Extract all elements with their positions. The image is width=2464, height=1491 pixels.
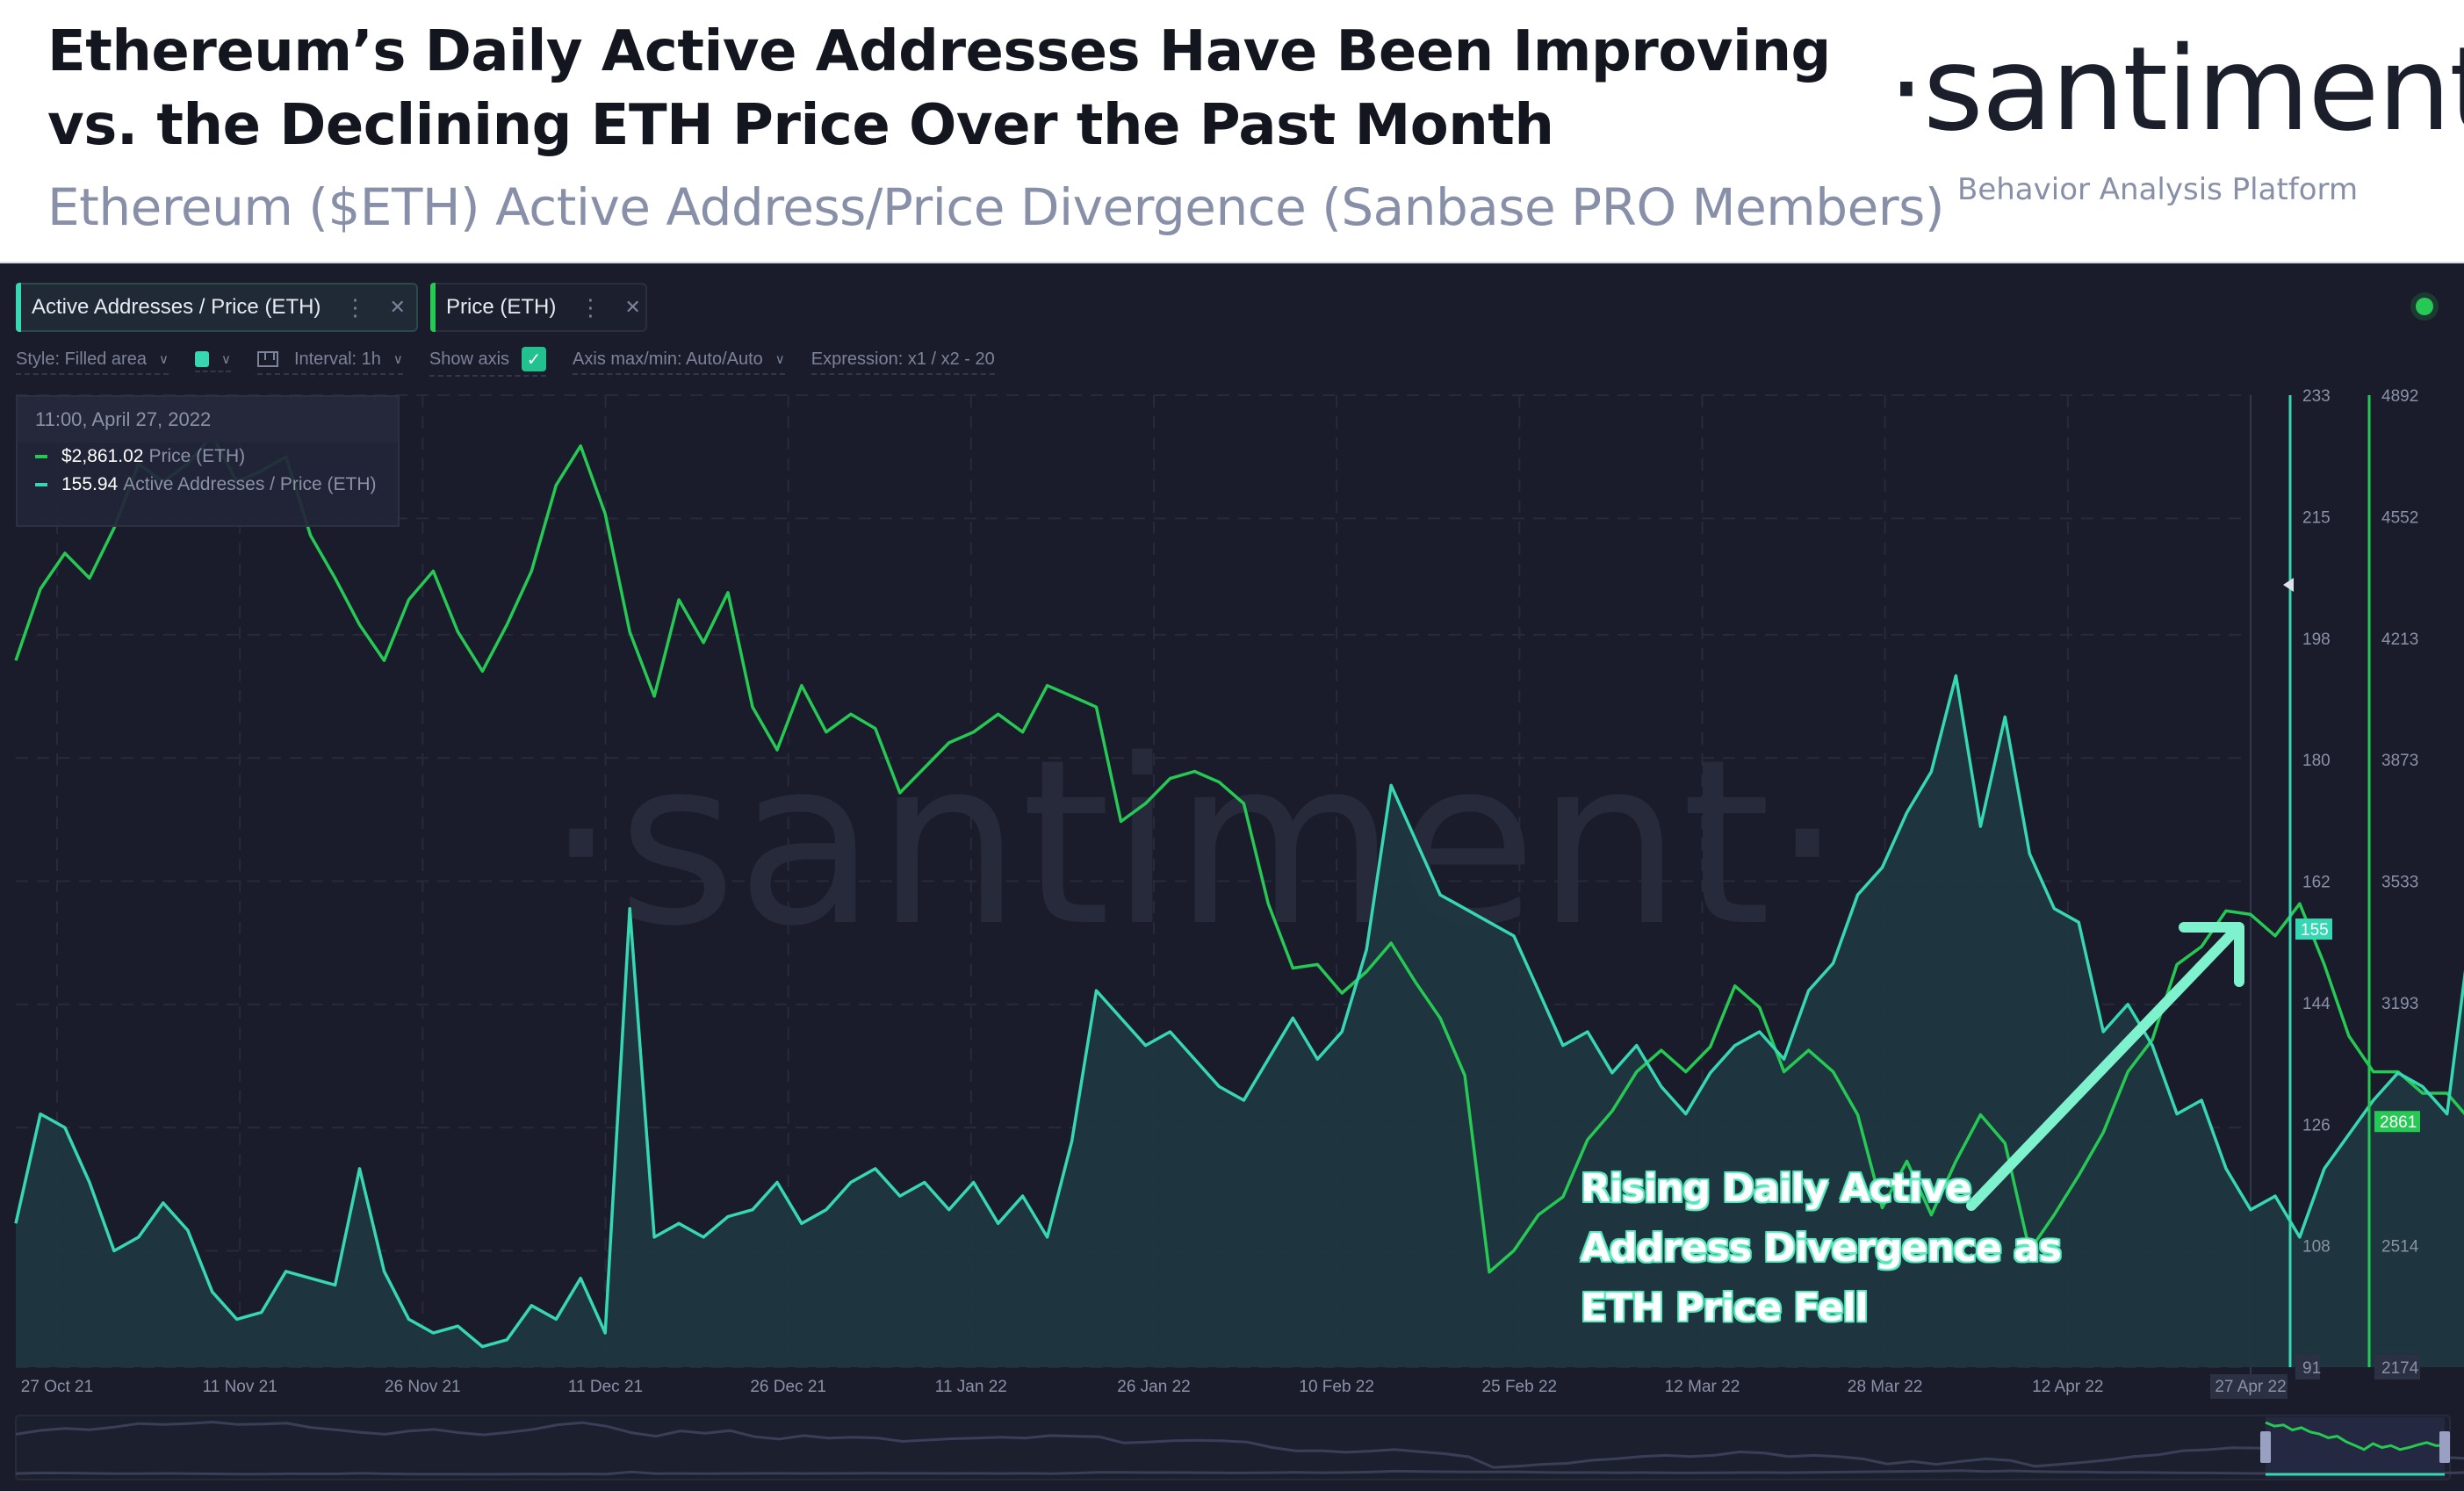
x-axis-tick: 26 Dec 21 xyxy=(750,1378,826,1396)
active-addresses-axis-tick: 180 xyxy=(2302,752,2331,770)
navigator-selection[interactable] xyxy=(2266,1417,2445,1478)
price-axis-tick: 4892 xyxy=(2381,387,2418,406)
annotation-line: Rising Daily Active xyxy=(1581,1166,1972,1211)
annotation-line: ETH Price Fell xyxy=(1581,1286,1869,1330)
santiment-logo: ·santiment· xyxy=(1888,22,2464,157)
active-addresses-axis-tick: 144 xyxy=(2302,995,2331,1013)
active-addresses-axis-tick: 91 xyxy=(2302,1359,2321,1378)
price-current-value: 2861 xyxy=(2380,1113,2417,1132)
watermark: ·santiment· xyxy=(544,711,1843,976)
chart-header: Ethereum’s Daily Active Addresses Have B… xyxy=(0,0,2464,263)
price-axis-tick: 3873 xyxy=(2381,752,2418,770)
price-axis-tick: 3533 xyxy=(2381,874,2418,892)
navigator-track[interactable] xyxy=(15,1415,2451,1480)
price-axis-tick: 3193 xyxy=(2381,995,2418,1013)
navigator xyxy=(15,1415,2464,1480)
legend-swatch-active-addresses xyxy=(35,483,47,486)
price-axis-tick: 2514 xyxy=(2381,1238,2419,1257)
x-axis-tick: 27 Oct 21 xyxy=(21,1378,93,1396)
x-axis: 27 Oct 21 11 Nov 21 26 Nov 21 11 Dec 21 26 D… xyxy=(21,1374,2287,1399)
x-axis-tick: 26 Nov 21 xyxy=(385,1378,461,1396)
chart-title-line-1: Ethereum’s Daily Active Addresses Have B… xyxy=(47,19,1831,84)
tooltip-value: 155.94 xyxy=(61,474,119,494)
active-addresses-axis-tick: 108 xyxy=(2302,1238,2331,1257)
active-addresses-current-value: 155 xyxy=(2301,921,2329,940)
active-addresses-axis-tick: 198 xyxy=(2302,630,2331,649)
x-axis-tick: 27 Apr 22 xyxy=(2215,1378,2286,1396)
x-axis-tick: 12 Mar 22 xyxy=(1665,1378,1740,1396)
x-axis-tick: 12 Apr 22 xyxy=(2032,1378,2103,1396)
tooltip-value: $2,861.02 xyxy=(61,446,144,466)
price-axis-tick: 4552 xyxy=(2381,508,2418,527)
legend-swatch-price xyxy=(35,455,47,458)
chart-title-line-2: vs. the Declining ETH Price Over the Pas… xyxy=(47,93,1554,158)
annotation-line: Address Divergence as xyxy=(1581,1226,2062,1271)
x-axis-tick: 28 Mar 22 xyxy=(1848,1378,1923,1396)
active-addresses-axis-tick: 233 xyxy=(2302,387,2331,406)
chart-panel: Active Addresses / Price (ETH) ⋮ ✕ Price… xyxy=(0,263,2464,1491)
logo-tagline: Behavior Analysis Platform xyxy=(1957,172,2359,207)
tooltip-row-active-addresses: 155.94 Active Addresses / Price (ETH) xyxy=(18,471,398,499)
x-axis-tick: 26 Jan 22 xyxy=(1117,1378,1190,1396)
x-axis-tick: 11 Nov 21 xyxy=(203,1378,277,1396)
tooltip-label: Active Addresses / Price (ETH) xyxy=(123,474,377,494)
x-axis-tick: 25 Feb 22 xyxy=(1482,1378,1558,1396)
tooltip-label: Price (ETH) xyxy=(148,446,246,466)
active-addresses-axis-tick: 162 xyxy=(2302,874,2331,892)
price-axis-tick: 4213 xyxy=(2381,630,2418,649)
price-axis-tick: 2174 xyxy=(2381,1359,2419,1378)
navigator-handle-left[interactable] xyxy=(2260,1431,2271,1463)
navigator-handle-right[interactable] xyxy=(2439,1431,2450,1463)
x-axis-tick: 11 Dec 21 xyxy=(568,1378,643,1396)
x-axis-tick: 11 Jan 22 xyxy=(935,1378,1007,1396)
tooltip: 11:00, April 27, 2022 $2,861.02 Price (E… xyxy=(16,395,400,527)
divergence-annotation: Rising Daily Active Address Divergence a… xyxy=(1581,1159,2062,1338)
x-axis-tick: 10 Feb 22 xyxy=(1299,1378,1374,1396)
active-addresses-axis-tick: 215 xyxy=(2302,508,2331,527)
chart-subtitle: Ethereum ($ETH) Active Address/Price Div… xyxy=(47,177,1944,237)
active-addresses-axis-tick: 126 xyxy=(2302,1116,2331,1134)
tooltip-row-price: $2,861.02 Price (ETH) xyxy=(18,443,398,471)
axis-drag-handle-icon[interactable] xyxy=(2283,578,2294,592)
tooltip-datetime: 11:00, April 27, 2022 xyxy=(18,397,398,443)
